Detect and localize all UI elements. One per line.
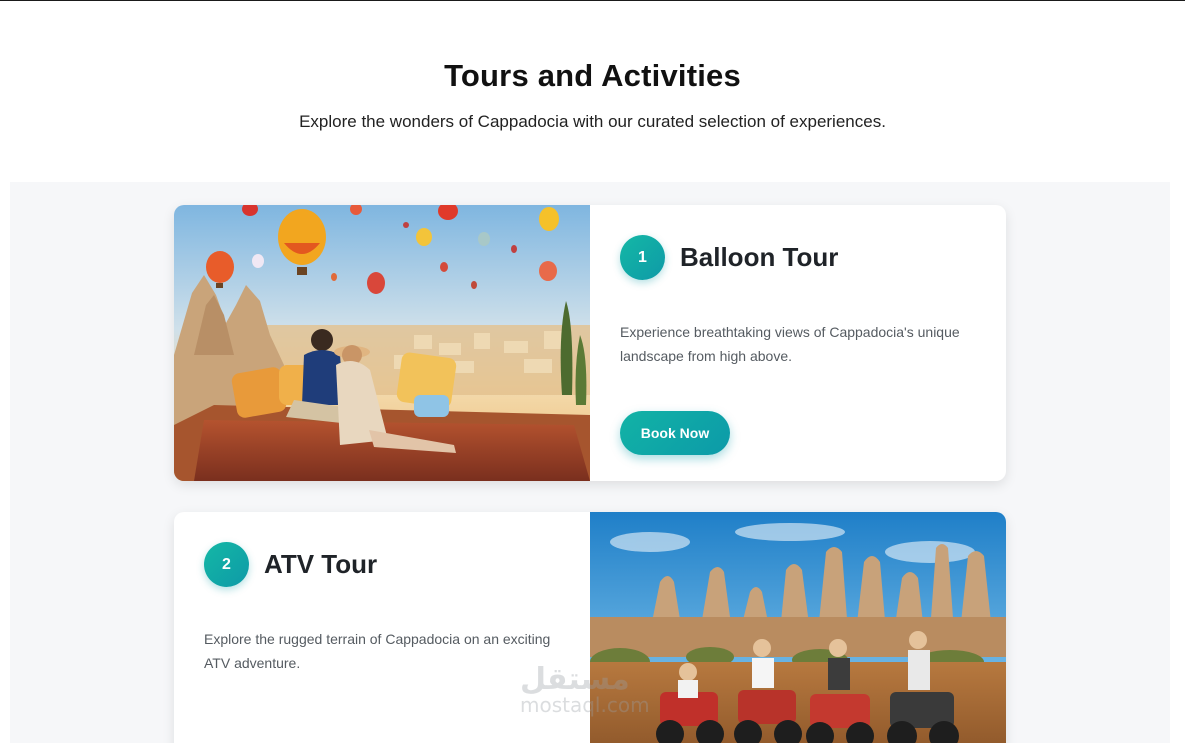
tour-description: Experience breathtaking views of Cappado… (620, 324, 960, 364)
tour-card-balloon: 1 Balloon Tour Experience breathtaking v… (174, 205, 1006, 481)
balloon-tour-title-row: 1 Balloon Tour (620, 235, 976, 280)
atv-tour-info: 2 ATV Tour Explore the rugged terrain of… (174, 512, 590, 743)
tour-title: ATV Tour (264, 549, 378, 579)
section-subtitle: Explore the wonders of Cappadocia with o… (299, 112, 886, 131)
book-now-button[interactable]: Book Now (620, 411, 730, 455)
section-header: Tours and Activities Explore the wonders… (0, 58, 1185, 132)
balloon-tour-image (174, 205, 590, 481)
balloon-tour-info: 1 Balloon Tour Experience breathtaking v… (590, 205, 1006, 481)
tour-card-atv: 2 ATV Tour Explore the rugged terrain of… (174, 512, 1006, 743)
section-title: Tours and Activities (444, 58, 741, 93)
atv-tour-image (590, 512, 1006, 743)
top-divider (0, 0, 1185, 1)
tour-title: Balloon Tour (680, 242, 839, 272)
tour-description: Explore the rugged terrain of Cappadocia… (204, 631, 551, 671)
tour-number-badge: 1 (620, 235, 665, 280)
atv-tour-title-row: 2 ATV Tour (204, 542, 560, 587)
tour-number-badge: 2 (204, 542, 249, 587)
